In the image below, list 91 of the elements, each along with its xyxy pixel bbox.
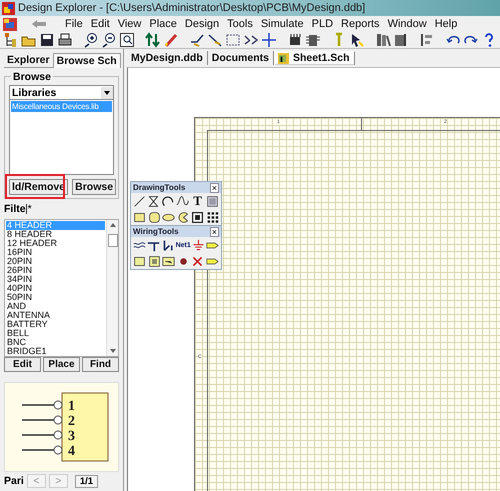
no-erc-icon[interactable] [191, 254, 204, 268]
close-button[interactable]: × [210, 182, 219, 192]
arrows-icon[interactable] [145, 32, 161, 48]
menu-item[interactable]: Tools [223, 18, 257, 30]
rounded-rectangle-icon[interactable] [148, 210, 161, 224]
app-icon [2, 2, 15, 14]
align-icon[interactable] [419, 32, 435, 48]
curve-icon[interactable] [176, 194, 190, 208]
printer-icon[interactable] [57, 32, 73, 48]
palette-title-bar[interactable]: WiringTools × [131, 226, 221, 237]
pin-number: 3 [68, 429, 74, 444]
menu-item[interactable]: Design [180, 18, 224, 30]
menu-item[interactable]: Window [384, 18, 431, 30]
pie-icon[interactable] [176, 210, 190, 224]
pin-number: 1 [68, 399, 74, 414]
window-title: Design Explorer - [C:\Users\Administrator\Desktop\PCB\MyDesign.ddb] [18, 2, 366, 14]
scroll-down-icon[interactable] [110, 349, 116, 353]
sheet-entry-icon[interactable] [162, 254, 176, 268]
palette-title: DrawingTools [133, 183, 186, 192]
document-icon[interactable] [3, 18, 17, 30]
part-icon[interactable] [133, 254, 146, 268]
group-title: Browse [11, 71, 53, 83]
scrollbar[interactable] [106, 220, 118, 356]
find-button[interactable]: Find [82, 357, 119, 372]
component-item[interactable]: 50PIN [6, 293, 105, 302]
component-item[interactable]: BELL [6, 329, 105, 338]
zoom-out-icon[interactable] [101, 32, 117, 48]
component-item[interactable]: 40PIN [6, 284, 105, 293]
component-item[interactable]: BATTERY [6, 320, 105, 329]
component-item[interactable]: BRIDGE1 [6, 347, 105, 356]
dropdown-arrow-icon [104, 90, 110, 94]
part-label: Pari [4, 475, 24, 487]
select-box-icon[interactable] [225, 32, 241, 48]
component-item[interactable]: 26PIN [6, 266, 105, 275]
polygon-icon[interactable] [147, 194, 160, 208]
palette-title-bar[interactable]: DrawingTools × [131, 182, 221, 193]
edit-button[interactable]: Edit [4, 357, 41, 372]
scroll-up-icon[interactable] [110, 223, 116, 227]
library-icon[interactable] [375, 32, 391, 48]
browse-button[interactable]: Browse [72, 179, 116, 195]
pencil-icon[interactable] [163, 32, 179, 48]
cross-icon[interactable] [261, 32, 277, 48]
zoom-fit-icon[interactable] [119, 32, 135, 48]
close-button[interactable]: × [210, 226, 219, 236]
part-counter: 1/1 [74, 474, 98, 488]
chip-icon[interactable] [287, 32, 303, 48]
sheet-symbol-icon[interactable] [148, 254, 161, 268]
menu-item[interactable]: Reports [337, 18, 384, 30]
document-tab[interactable]: MyDesign.ddb [127, 50, 208, 64]
menu-item[interactable]: Simulate [256, 18, 308, 30]
menu-item[interactable]: Edit [86, 18, 114, 30]
ground-icon[interactable] [192, 238, 205, 252]
tree-icon[interactable] [3, 32, 19, 48]
filter-label: Filte [4, 203, 26, 215]
menu-item[interactable]: PLD [308, 18, 338, 30]
library-dropdown[interactable]: Libraries [9, 85, 114, 100]
zoom-in-icon[interactable] [83, 32, 99, 48]
pin-number: 2 [68, 414, 74, 429]
component-item[interactable]: 16PIN [6, 248, 105, 257]
scrollbar-thumb[interactable] [108, 234, 118, 247]
place-button[interactable]: Place [43, 357, 80, 372]
component-item[interactable]: 12 HEADER [6, 239, 105, 248]
text-tool[interactable]: T [190, 194, 205, 208]
arc-icon[interactable] [162, 194, 175, 208]
rectangle-icon[interactable] [133, 210, 146, 224]
component-item[interactable]: 34PIN [6, 275, 105, 284]
menu-item[interactable]: Place [145, 18, 181, 30]
component-item[interactable]: AND [6, 302, 105, 311]
panel-tab[interactable]: Explorer [4, 53, 53, 67]
component-item[interactable]: ANTENNA [6, 311, 105, 320]
line-icon[interactable] [207, 32, 223, 48]
save-icon[interactable] [39, 32, 55, 48]
bus-entry-icon[interactable] [162, 238, 175, 252]
component-item[interactable]: 8 HEADER [6, 230, 105, 239]
add-remove-button[interactable]: ld/Remove [9, 179, 68, 195]
component-item[interactable]: BNC [6, 338, 105, 347]
wire-icon[interactable] [189, 32, 205, 48]
menu-item[interactable]: File [61, 18, 87, 30]
palette-title: WiringTools [133, 227, 179, 236]
filter-field[interactable]: * [26, 204, 32, 214]
component-item[interactable]: 20PIN [6, 257, 105, 266]
menu-item[interactable]: View [114, 18, 146, 30]
cursor-icon[interactable] [349, 32, 365, 48]
pin-number: 4 [68, 444, 74, 459]
line-icon[interactable] [133, 194, 146, 208]
image-icon[interactable] [206, 194, 219, 208]
document-tab[interactable]: Sheet1.Sch [274, 50, 355, 64]
frame-icon[interactable] [191, 210, 204, 224]
menu-item[interactable]: Help [430, 18, 462, 30]
grid-icon[interactable] [206, 210, 219, 224]
panel-tab[interactable]: Browse Sch [52, 53, 121, 68]
